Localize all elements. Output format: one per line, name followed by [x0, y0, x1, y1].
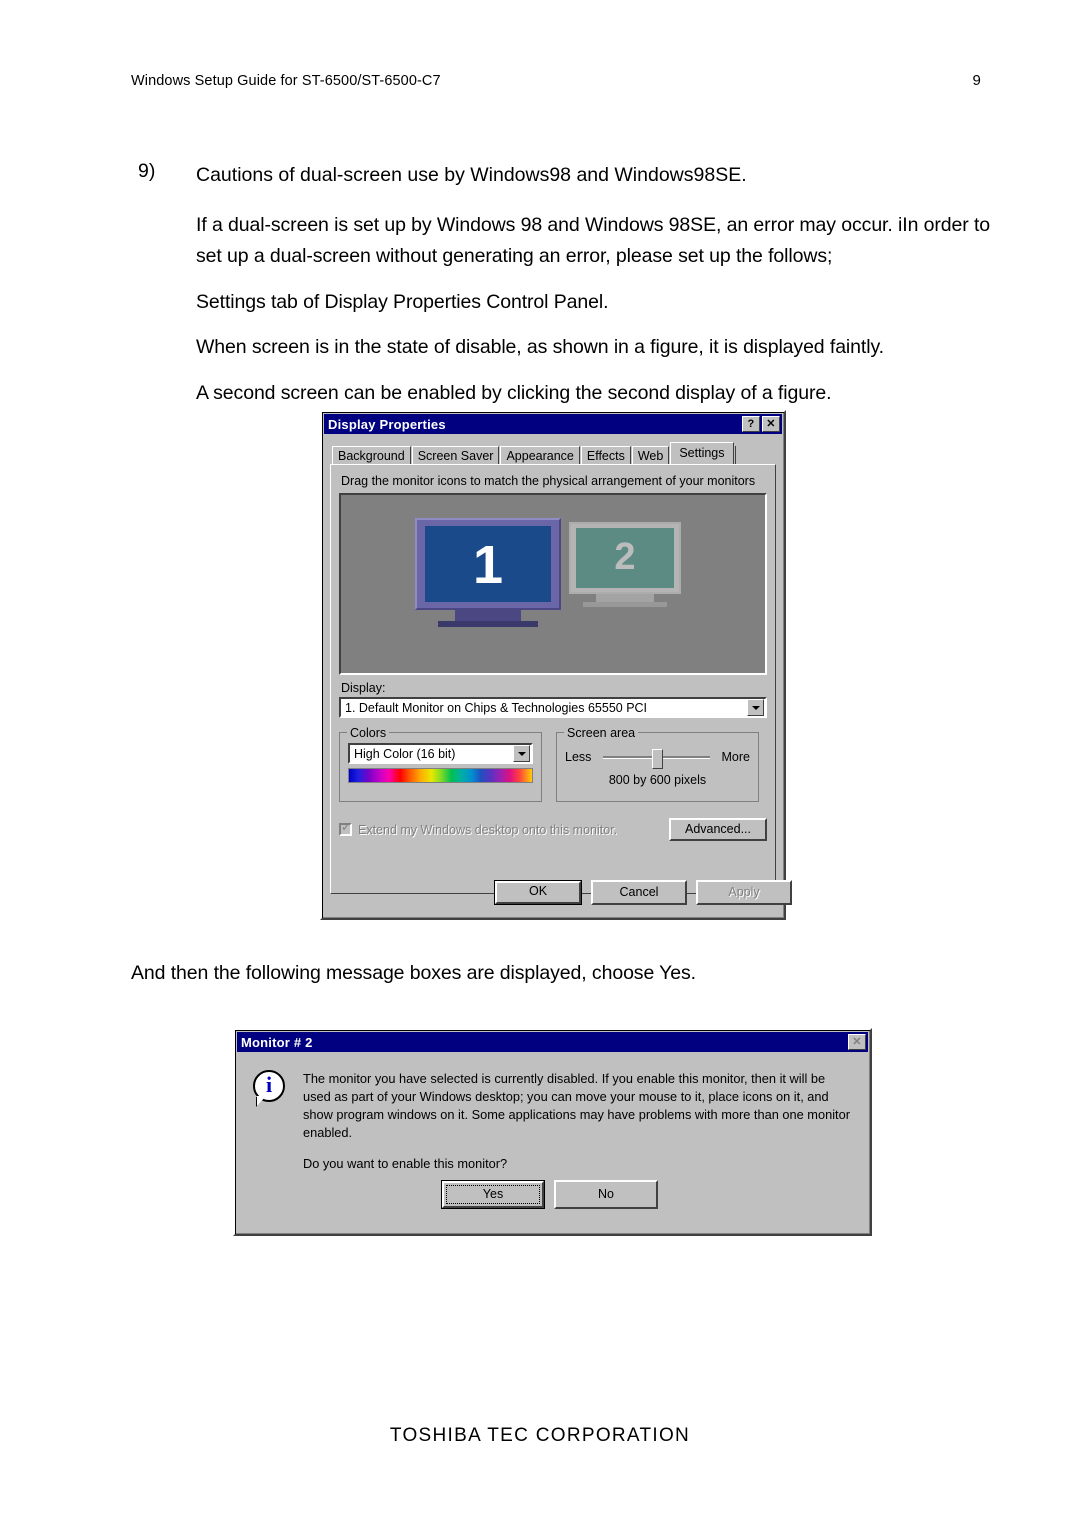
monitor-icon-2[interactable]: 2 — [569, 522, 681, 607]
monitor-1-number: 1 — [425, 526, 551, 602]
slider-more-label: More — [721, 750, 750, 764]
monitor-icon-1[interactable]: 1 — [415, 518, 561, 627]
document-body: 9) Cautions of dual-screen use by Window… — [138, 160, 998, 423]
ok-button-label: OK — [528, 884, 548, 898]
extend-desktop-checkbox-row[interactable]: Extend my Windows desktop onto this moni… — [339, 821, 618, 837]
info-icon — [253, 1070, 289, 1106]
no-button[interactable]: No — [554, 1180, 658, 1209]
chevron-down-icon[interactable] — [513, 745, 530, 762]
display-dropdown-value: 1. Default Monitor on Chips & Technologi… — [345, 700, 648, 715]
dialog-titlebar[interactable]: Display Properties ? ✕ — [324, 414, 782, 434]
close-icon[interactable]: ✕ — [848, 1034, 866, 1050]
screen-area-group-legend: Screen area — [564, 726, 639, 740]
monitor-2-number: 2 — [576, 528, 674, 588]
dialog-button-row: OK Cancel Apply — [494, 880, 792, 905]
paragraph-2: Settings tab of Display Properties Contr… — [196, 290, 609, 313]
colors-dropdown[interactable]: High Color (16 bit) — [348, 743, 533, 764]
header-title: Windows Setup Guide for ST-6500/ST-6500-… — [131, 73, 441, 89]
message-question: Do you want to enable this monitor? — [303, 1155, 508, 1171]
advanced-button[interactable]: Advanced... — [669, 818, 767, 841]
screen-area-slider-row[interactable]: Less More — [565, 747, 750, 775]
monitor-1-bezel: 1 — [415, 518, 561, 610]
message-text-block: The monitor you have selected is current… — [303, 1070, 854, 1173]
monitor-arrangement-preview[interactable]: 1 2 — [339, 493, 767, 675]
extend-desktop-label: Extend my Windows desktop onto this moni… — [358, 822, 618, 837]
cancel-button[interactable]: Cancel — [591, 880, 687, 905]
monitor-1-neck — [455, 610, 521, 621]
footer-company: TOSHIBA TEC CORPORATION — [389, 1425, 691, 1446]
display-dropdown[interactable]: 1. Default Monitor on Chips & Technologi… — [339, 697, 767, 718]
color-spectrum-bar — [348, 768, 533, 783]
tab-strip[interactable]: Background Screen Saver Appearance Effec… — [332, 442, 784, 464]
page-header: Windows Setup Guide for ST-6500/ST-6500-… — [131, 72, 981, 89]
paragraph-3: When screen is in the state of disable, … — [196, 336, 884, 359]
monitor-2-bezel: 2 — [569, 522, 681, 594]
slider-less-label: Less — [565, 750, 592, 764]
colors-dropdown-value: High Color (16 bit) — [354, 746, 456, 761]
settings-groups-row: Colors High Color (16 bit) Screen area L… — [339, 726, 767, 802]
chevron-down-icon[interactable] — [747, 699, 764, 716]
screen-area-slider[interactable] — [599, 747, 713, 775]
display-properties-dialog[interactable]: Display Properties ? ✕ Background Screen… — [320, 410, 792, 920]
paragraph-after-figure: And then the following message boxes are… — [131, 962, 696, 984]
message-box-body: The monitor you have selected is current… — [235, 1054, 870, 1173]
settings-tab-panel: Drag the monitor icons to match the phys… — [330, 464, 776, 894]
message-text: The monitor you have selected is current… — [303, 1071, 850, 1141]
page-footer: TOSHIBA TEC CORPORATION — [0, 1425, 1080, 1447]
paragraph-1: If a dual-screen is set up by Windows 98… — [196, 213, 991, 268]
tab-background[interactable]: Background — [332, 446, 411, 464]
paragraph-4: A second screen can be enabled by clicki… — [196, 381, 832, 404]
help-icon[interactable]: ? — [742, 416, 760, 432]
message-box-title: Monitor # 2 — [241, 1034, 313, 1050]
dialog-title: Display Properties — [328, 416, 446, 432]
slider-thumb[interactable] — [651, 749, 663, 775]
colors-group-legend: Colors — [347, 726, 390, 740]
monitor-2-base — [583, 602, 667, 607]
message-box-button-row: Yes No — [441, 1180, 658, 1209]
checkbox-icon[interactable] — [339, 821, 352, 836]
apply-button[interactable]: Apply — [696, 880, 792, 905]
tab-screen-saver[interactable]: Screen Saver — [411, 446, 500, 464]
page-number: 9 — [972, 72, 981, 89]
numbered-item: 9) Cautions of dual-screen use by Window… — [138, 160, 998, 192]
monitor-2-message-box[interactable]: Monitor # 2 ✕ The monitor you have selec… — [233, 1028, 872, 1236]
close-icon[interactable]: ✕ — [762, 416, 780, 432]
colors-group: Colors High Color (16 bit) — [339, 726, 542, 802]
tab-appearance[interactable]: Appearance — [500, 446, 580, 464]
item-marker: 9) — [138, 160, 156, 182]
tab-web[interactable]: Web — [631, 446, 670, 464]
message-box-titlebar[interactable]: Monitor # 2 ✕ — [237, 1032, 868, 1052]
yes-button[interactable]: Yes — [441, 1180, 545, 1209]
display-label: Display: — [341, 681, 386, 695]
screen-area-group: Screen area Less More 800 by 600 pixels — [556, 726, 759, 802]
extend-desktop-row: Extend my Windows desktop onto this moni… — [339, 818, 767, 841]
tab-effects[interactable]: Effects — [580, 446, 631, 464]
ok-button[interactable]: OK — [494, 880, 582, 905]
monitor-2-neck — [596, 594, 654, 602]
item-title: Cautions of dual-screen use by Windows98… — [196, 164, 747, 186]
monitor-arrangement-hint: Drag the monitor icons to match the phys… — [341, 474, 756, 488]
resolution-text: 800 by 600 pixels — [608, 773, 707, 787]
monitor-1-base — [438, 621, 538, 627]
tab-strip-filler — [734, 446, 749, 464]
tab-settings[interactable]: Settings — [670, 442, 734, 464]
